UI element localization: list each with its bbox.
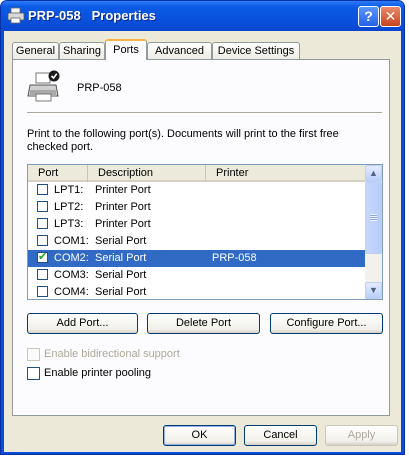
delete-port-button[interactable]: Delete Port: [147, 313, 260, 334]
port-row[interactable]: ✔ COM2: Serial Port PRP-058: [28, 250, 365, 267]
port-list-header: Port Description Printer: [28, 165, 365, 182]
tab-general[interactable]: General: [12, 42, 59, 59]
bidirectional-support-checkbox: [27, 348, 40, 361]
ok-button[interactable]: OK: [163, 425, 236, 446]
port-row[interactable]: LPT1: Printer Port: [28, 182, 365, 199]
column-header-port[interactable]: Port: [28, 165, 88, 182]
port-checkbox[interactable]: [37, 184, 48, 195]
port-checkbox[interactable]: [37, 286, 48, 297]
port-checkbox[interactable]: ✔: [37, 251, 48, 263]
port-checkbox[interactable]: [37, 235, 48, 246]
description-cell: Serial Port: [95, 286, 147, 298]
port-row[interactable]: LPT2: Printer Port: [28, 199, 365, 216]
description-cell: Printer Port: [95, 201, 151, 213]
port-row[interactable]: COM3: Serial Port: [28, 267, 365, 284]
port-checkbox[interactable]: [37, 218, 48, 229]
checkmark-icon: ✔: [38, 251, 48, 263]
port-checkbox[interactable]: [37, 269, 48, 280]
add-port-button[interactable]: Add Port...: [27, 313, 138, 334]
configure-port-button[interactable]: Configure Port...: [270, 313, 383, 334]
printer-cell: PRP-058: [212, 252, 257, 264]
scroll-up-icon[interactable]: ▲: [365, 165, 382, 182]
port-cell: COM2:: [54, 252, 89, 264]
description-cell: Printer Port: [95, 218, 151, 230]
title-bar[interactable]: PRP-058 Properties ? ✕: [1, 1, 404, 31]
help-button[interactable]: ?: [358, 6, 379, 27]
tab-ports[interactable]: Ports: [105, 39, 147, 60]
printer-icon: [27, 70, 60, 102]
port-row[interactable]: COM4: Serial Port: [28, 284, 365, 299]
port-cell: COM4:: [54, 286, 89, 298]
separator: [27, 112, 382, 114]
tab-device-settings[interactable]: Device Settings: [212, 42, 300, 59]
column-header-printer[interactable]: Printer: [206, 165, 365, 182]
port-checkbox[interactable]: [37, 201, 48, 212]
printer-pooling-checkbox[interactable]: [27, 367, 40, 380]
window-title: PRP-058 Properties: [28, 8, 156, 23]
ports-tab-panel: PRP-058 Print to the following port(s). …: [12, 59, 390, 416]
tab-advanced[interactable]: Advanced: [147, 42, 212, 59]
description-cell: Serial Port: [95, 269, 147, 281]
properties-window: PRP-058 Properties ? ✕ General Sharing P…: [0, 0, 405, 455]
description-cell: Printer Port: [95, 184, 151, 196]
description-cell: Serial Port: [95, 235, 147, 247]
port-row[interactable]: LPT3: Printer Port: [28, 216, 365, 233]
printer-pooling-label[interactable]: Enable printer pooling: [44, 367, 151, 379]
printer-name: PRP-058: [77, 82, 122, 94]
scroll-thumb[interactable]: [365, 182, 382, 254]
apply-button: Apply: [325, 425, 398, 446]
column-header-description[interactable]: Description: [88, 165, 206, 182]
description-cell: Serial Port: [95, 252, 147, 264]
close-button[interactable]: ✕: [380, 6, 401, 27]
port-cell: COM3:: [54, 269, 89, 281]
tab-sharing[interactable]: Sharing: [59, 42, 105, 59]
bidirectional-support-label: Enable bidirectional support: [44, 348, 180, 360]
scroll-down-icon[interactable]: ▼: [365, 282, 382, 299]
port-instructions: Print to the following port(s). Document…: [27, 128, 339, 153]
port-cell: LPT2:: [54, 201, 84, 213]
port-row[interactable]: COM1: Serial Port: [28, 233, 365, 250]
dialog-client: General Sharing Ports Advanced Device Se…: [4, 31, 401, 452]
port-list[interactable]: Port Description Printer LPT1: Printer Po…: [27, 164, 383, 300]
port-cell: LPT3:: [54, 218, 84, 230]
printer-title-icon: [7, 7, 25, 24]
cancel-button[interactable]: Cancel: [244, 425, 317, 446]
port-list-scrollbar[interactable]: ▲ ▼: [365, 165, 382, 299]
port-cell: LPT1:: [54, 184, 84, 196]
port-cell: COM1:: [54, 235, 89, 247]
port-list-rows: LPT1: Printer Port LPT2: Printer Port LPT3: P…: [28, 182, 365, 299]
